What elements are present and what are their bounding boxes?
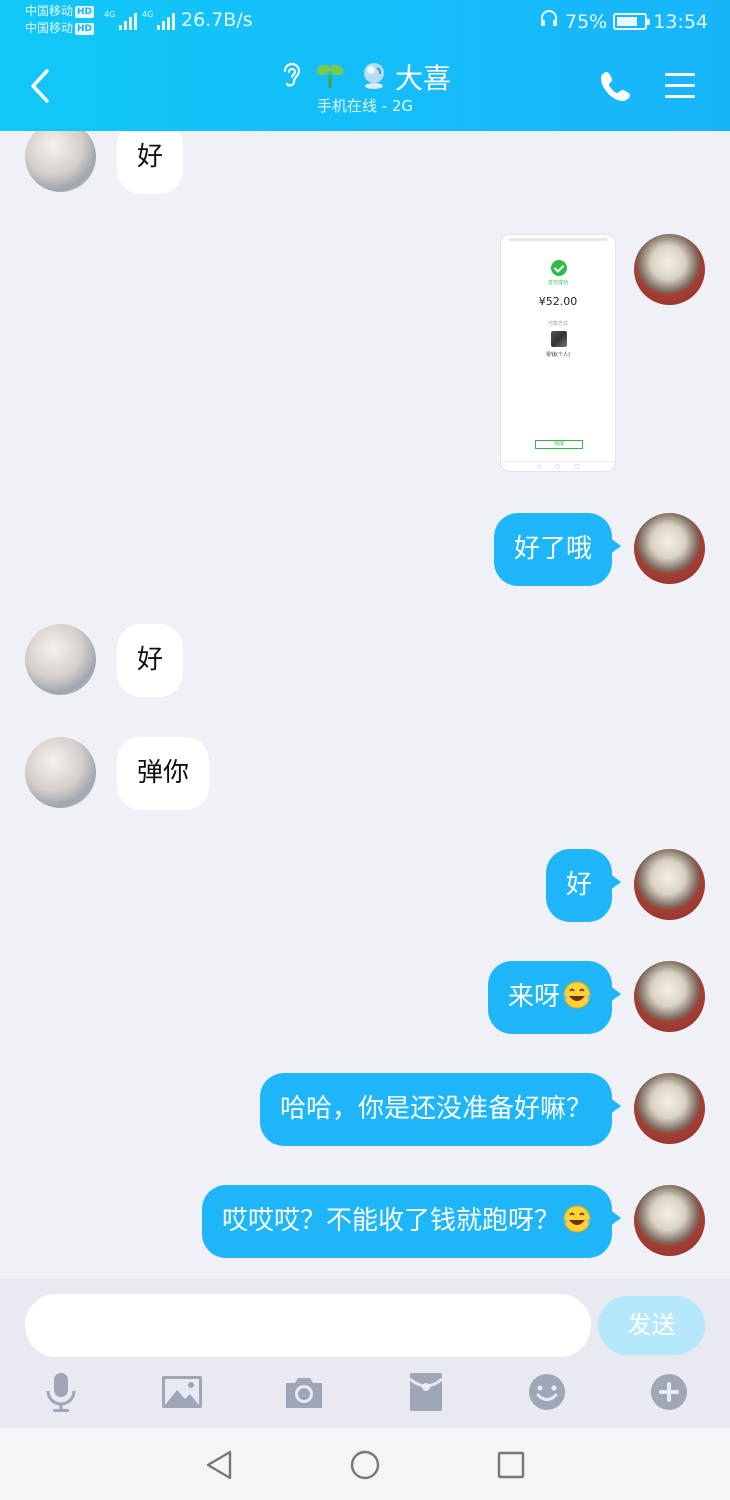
microphone-icon: [46, 1373, 76, 1412]
phone-icon: [601, 72, 630, 101]
my-avatar[interactable]: [634, 513, 705, 584]
hd-badge: HD: [75, 6, 95, 18]
my-avatar[interactable]: [634, 849, 705, 920]
laughing-tears-emoji-icon: [563, 1205, 591, 1233]
payment-method-label: 付款方式: [547, 321, 568, 327]
message-bubble[interactable]: 好: [117, 131, 184, 194]
message-bubble[interactable]: 来呀: [487, 961, 622, 1034]
image-icon: [162, 1376, 202, 1408]
payment-success-icon: [551, 260, 567, 276]
message-bubble[interactable]: 哈哈，你是还没准备好嘛？: [259, 1073, 622, 1146]
network-type-2: 4G: [142, 10, 154, 19]
camera-button[interactable]: [282, 1370, 326, 1414]
sprout-icon: [315, 61, 345, 93]
payment-label: 支付成功: [547, 280, 568, 286]
message-text: 哎哎哎？不能收了钱就跑呀？: [221, 1206, 560, 1236]
contact-name: 大喜: [394, 62, 451, 95]
carrier-info: 中国移动 HD 中国移动 HD: [25, 3, 95, 37]
emoji-button[interactable]: [525, 1370, 569, 1414]
circle-home-icon: [350, 1450, 380, 1480]
chat-messages[interactable]: 好 支付成功 ¥52.00 付款方式 零钱(个人) 完成 ◁ ○ □ 好了哦 好 弹…: [0, 131, 730, 1279]
nav-recents-button[interactable]: [494, 1448, 528, 1482]
carrier-2: 中国移动: [25, 21, 74, 35]
image-message[interactable]: 支付成功 ¥52.00 付款方式 零钱(个人) 完成 ◁ ○ □: [500, 234, 616, 472]
status-right: 75% 13:54: [539, 9, 708, 34]
red-packet-button[interactable]: [404, 1370, 448, 1414]
message-input[interactable]: [25, 1294, 591, 1357]
my-avatar[interactable]: [634, 1073, 705, 1144]
clock: 13:54: [653, 10, 708, 33]
send-button[interactable]: 发送: [598, 1296, 705, 1355]
screenshot-status-bar: [509, 238, 607, 241]
triangle-back-icon: [206, 1450, 232, 1480]
message-bubble[interactable]: 好: [117, 624, 184, 697]
nav-home-button[interactable]: [348, 1448, 382, 1482]
red-packet-icon: [409, 1373, 443, 1411]
call-button[interactable]: [598, 68, 634, 104]
battery-percent: 75%: [565, 10, 608, 33]
my-avatar[interactable]: [634, 234, 705, 305]
message-text: 来呀: [507, 982, 560, 1012]
square-recents-icon: [497, 1451, 525, 1479]
my-avatar[interactable]: [634, 1185, 705, 1256]
payment-done-button: 完成: [535, 440, 583, 449]
plus-icon: [651, 1374, 687, 1410]
emoji-icon: [529, 1374, 565, 1410]
net-speed: 26.7B/s: [181, 9, 253, 31]
menu-button[interactable]: [662, 68, 698, 104]
screenshot-nav: ◁ ○ □: [501, 461, 615, 471]
payee-avatar: [551, 331, 567, 347]
friend-avatar[interactable]: [25, 624, 96, 695]
carrier-1: 中国移动: [25, 4, 74, 18]
hd-badge: HD: [75, 23, 95, 35]
nav-back-button[interactable]: [202, 1448, 236, 1482]
photo-button[interactable]: [160, 1370, 204, 1414]
headset-icon: [539, 9, 559, 34]
system-nav-bar: [0, 1428, 730, 1500]
payment-amount: ¥52.00: [538, 295, 578, 308]
input-toolbar: [0, 1364, 730, 1420]
message-bubble[interactable]: 好: [545, 849, 622, 922]
message-bubble[interactable]: 弹你: [117, 737, 210, 810]
camera-icon: [286, 1378, 322, 1408]
signal-2-icon: 4G: [142, 10, 176, 30]
laughing-tears-emoji-icon: [563, 981, 591, 1009]
chat-header: 中国移动HD 中国移动HD 4G 4G 26.7B/s 75% 13:54: [0, 0, 730, 131]
signal-1-icon: 4G: [104, 10, 138, 30]
ear-icon: [279, 60, 303, 94]
my-avatar[interactable]: [634, 961, 705, 1032]
message-bubble[interactable]: 哎哎哎？不能收了钱就跑呀？: [201, 1185, 622, 1258]
message-bubble[interactable]: 好了哦: [493, 513, 622, 586]
menu-icon: [665, 73, 695, 98]
voice-button[interactable]: [39, 1370, 83, 1414]
crystal-ball-icon: [359, 60, 389, 94]
status-bar: 中国移动 HD 中国移动 HD 4G 4G 26.7B/s 75% 13:54: [0, 0, 730, 44]
input-area: 发送: [0, 1279, 730, 1428]
network-type-1: 4G: [104, 10, 116, 19]
more-button[interactable]: [647, 1370, 691, 1414]
friend-avatar[interactable]: [25, 131, 96, 192]
friend-avatar[interactable]: [25, 737, 96, 808]
battery-icon: [613, 13, 651, 30]
payment-method: 零钱(个人): [546, 352, 570, 358]
